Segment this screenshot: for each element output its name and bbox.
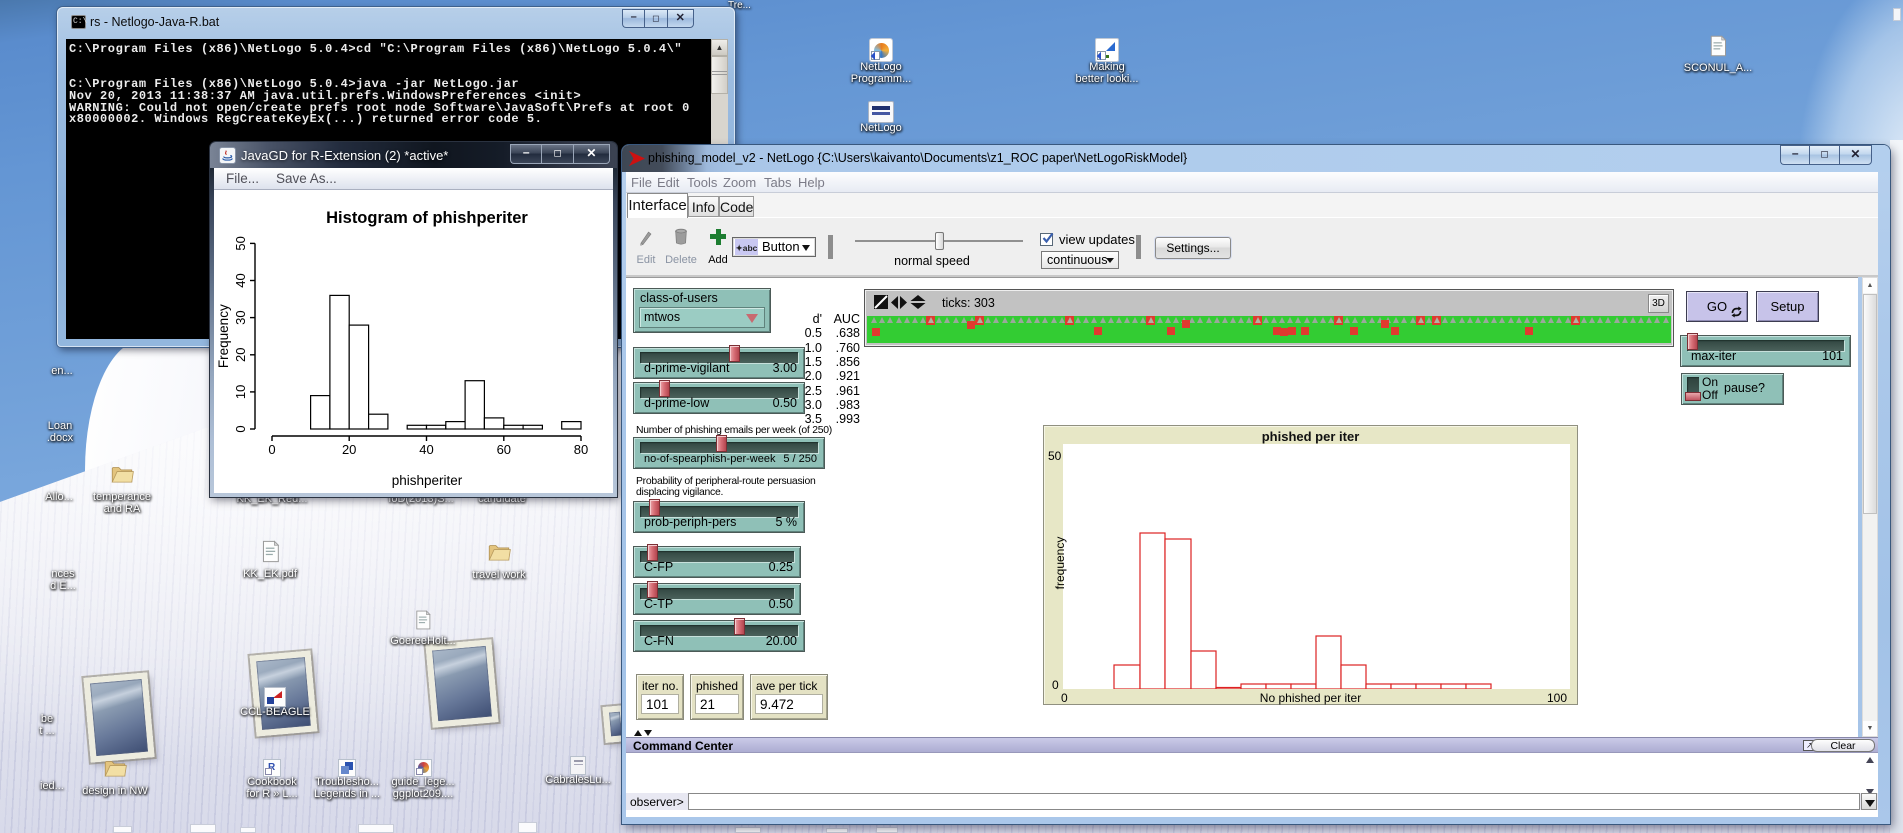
svg-text:0: 0 [268, 442, 275, 457]
svg-text:10: 10 [233, 385, 248, 399]
svg-text:50: 50 [233, 236, 248, 250]
svg-text:80: 80 [574, 442, 588, 457]
svg-text:20: 20 [233, 348, 248, 362]
svg-text:20: 20 [342, 442, 356, 457]
svg-text:40: 40 [233, 273, 248, 287]
svg-text:0: 0 [233, 425, 248, 432]
svg-text:40: 40 [419, 442, 433, 457]
svg-text:Frequency: Frequency [216, 304, 231, 368]
svg-text:phishperiter: phishperiter [392, 473, 463, 488]
svg-text:60: 60 [497, 442, 511, 457]
svg-text:Histogram of phishperiter: Histogram of phishperiter [326, 209, 528, 227]
svg-text:30: 30 [233, 310, 248, 324]
